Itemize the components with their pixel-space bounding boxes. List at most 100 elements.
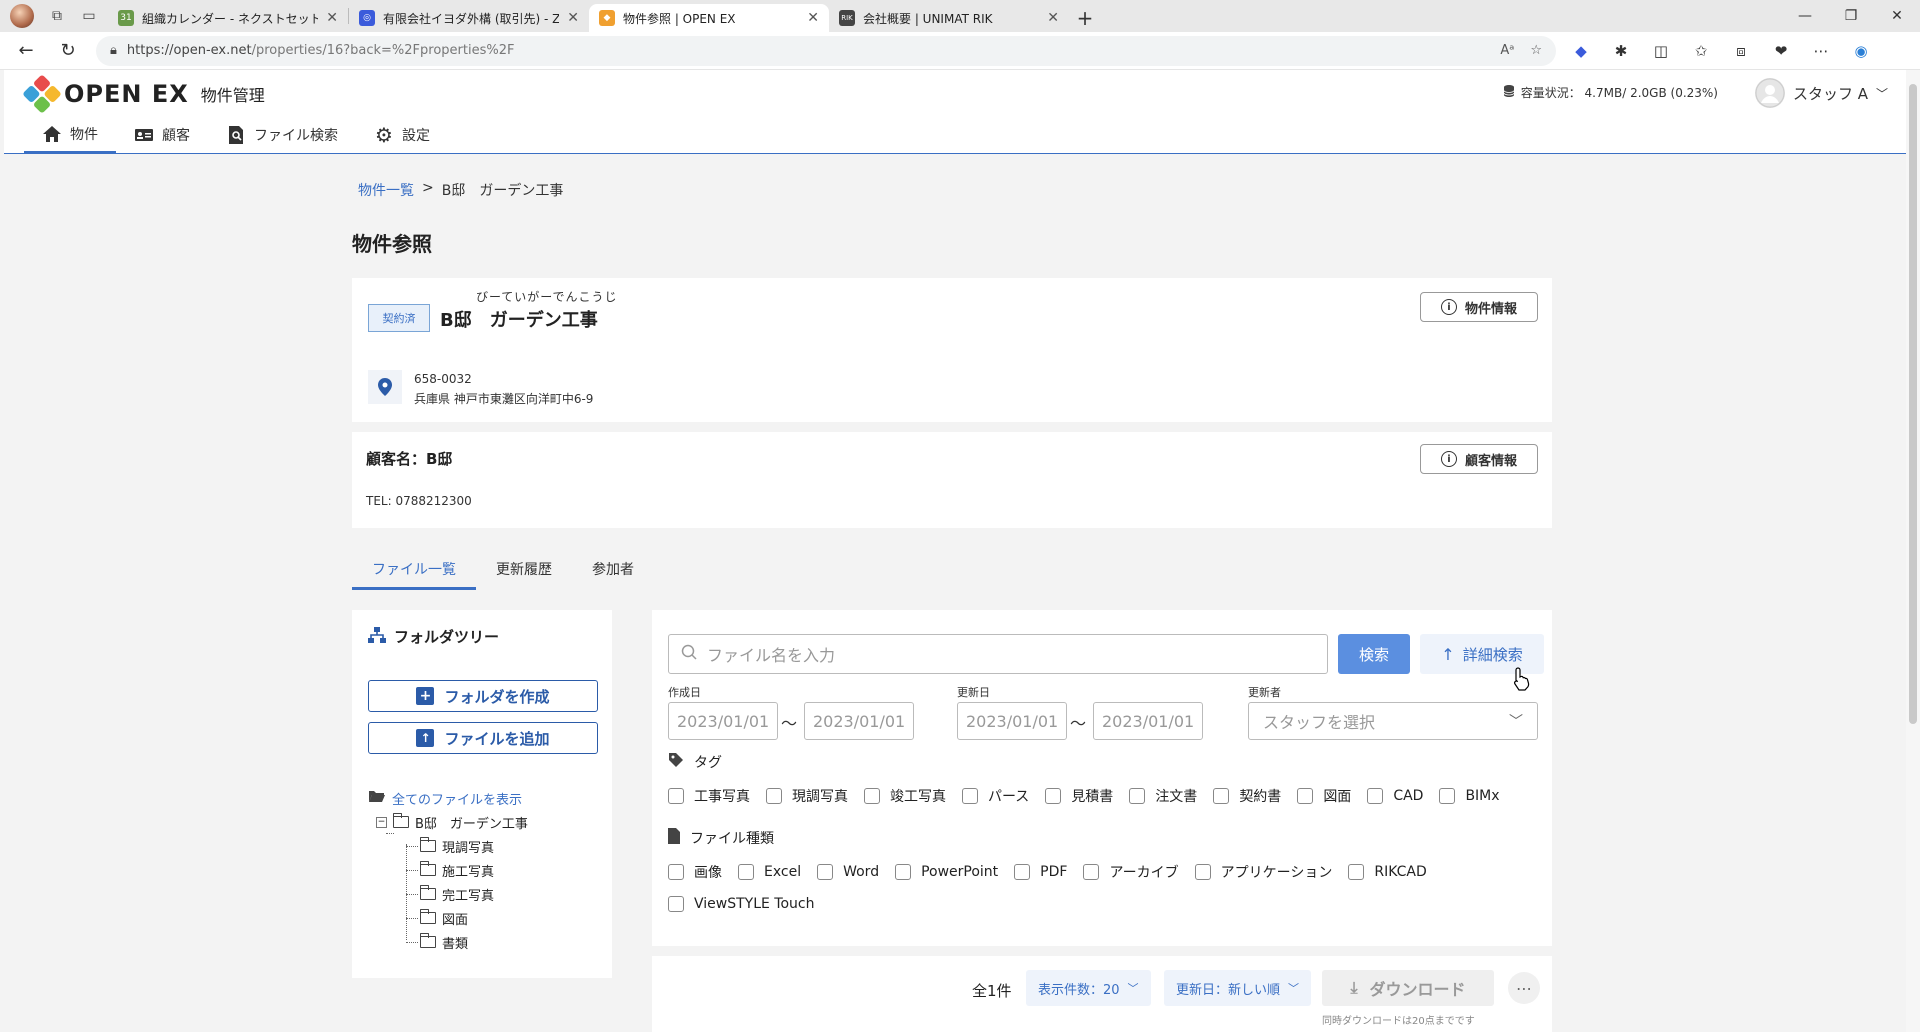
filetype-checkbox[interactable]: ViewSTYLE Touch	[668, 896, 815, 912]
tag-checkbox[interactable]: 契約書	[1213, 786, 1281, 806]
filetype-checkbox[interactable]: RIKCAD	[1348, 864, 1427, 880]
download-button[interactable]: ⤓ ダウンロード	[1322, 970, 1494, 1006]
close-tab-icon[interactable]: ✕	[807, 10, 819, 26]
tag-checkbox[interactable]: BIMx	[1439, 788, 1500, 804]
tag-checkbox[interactable]: 見積書	[1045, 786, 1113, 806]
checkbox[interactable]	[1367, 788, 1384, 804]
restore-icon[interactable]: ❐	[1828, 0, 1874, 32]
checkbox[interactable]	[817, 864, 834, 880]
tree-item-root[interactable]: − B邸 ガーデン工事	[368, 810, 528, 834]
split-screen-icon[interactable]: ◫	[1650, 40, 1672, 62]
tab-actions-icon[interactable]: ▭	[80, 7, 98, 25]
scrollbar-thumb[interactable]	[1909, 84, 1917, 724]
favorites-icon[interactable]: ✩	[1690, 40, 1712, 62]
checkbox[interactable]	[1348, 864, 1365, 880]
nav-item-properties[interactable]: 物件	[24, 116, 116, 154]
filetype-checkbox[interactable]: 画像	[668, 862, 722, 882]
browser-tab-unimat[interactable]: RIK 会社概要 | UNIMAT RIK ✕	[829, 4, 1069, 32]
close-window-icon[interactable]: ✕	[1874, 0, 1920, 32]
tag-checkbox[interactable]: パース	[962, 786, 1029, 806]
show-all-files-link[interactable]: 全てのファイルを表示	[392, 789, 522, 808]
sort-select[interactable]: 更新日：新しい順 ﹀	[1164, 970, 1312, 1006]
read-aloud-icon[interactable]: Aᵃ	[1500, 43, 1514, 58]
filetype-checkbox[interactable]: PowerPoint	[895, 864, 998, 880]
updated-date-from-input[interactable]: 2023/01/01	[957, 702, 1067, 740]
tab-update-history[interactable]: 更新履歴	[476, 550, 572, 588]
browser-profile-avatar[interactable]	[10, 4, 34, 28]
created-date-to-input[interactable]: 2023/01/01	[804, 702, 914, 740]
tree-item-construction-photos[interactable]: 施工写真	[368, 858, 528, 882]
tag-checkbox[interactable]: 現調写真	[766, 786, 848, 806]
per-page-select[interactable]: 表示件数：20 ﹀	[1026, 970, 1151, 1006]
new-tab-button[interactable]: +	[1069, 4, 1101, 32]
filetype-checkbox[interactable]: アプリケーション	[1194, 862, 1332, 882]
filetype-checkbox[interactable]: PDF	[1014, 864, 1067, 880]
create-folder-button[interactable]: + フォルダを作成	[368, 680, 598, 712]
checkbox[interactable]	[668, 788, 684, 804]
property-info-button[interactable]: i 物件情報	[1420, 292, 1538, 322]
filetype-checkbox[interactable]: Excel	[738, 864, 801, 880]
browser-tab-calendar[interactable]: 31 組織カレンダー - ネクストセット ✕	[108, 4, 348, 32]
back-arrow-icon[interactable]: ←	[12, 37, 40, 65]
browser-tab-zoho[interactable]: ◎ 有限会社イヨダ外構 (取引先) - Zoh ✕	[349, 4, 589, 32]
breadcrumb-properties-link[interactable]: 物件一覧	[358, 180, 414, 200]
filetype-checkbox[interactable]: アーカイブ	[1083, 862, 1179, 882]
collections-icon[interactable]: ⧈	[1730, 40, 1752, 62]
checkbox[interactable]	[1083, 864, 1100, 880]
checkbox[interactable]	[1213, 788, 1230, 804]
workspaces-icon[interactable]: ⧉	[48, 7, 66, 25]
checkbox[interactable]	[895, 864, 912, 880]
checkbox[interactable]	[864, 788, 880, 804]
search-button[interactable]: 検索	[1338, 634, 1410, 674]
minimize-icon[interactable]: —	[1782, 0, 1828, 32]
tag-checkbox[interactable]: 工事写真	[668, 786, 750, 806]
file-name-search-input[interactable]: ファイル名を入力	[668, 634, 1328, 674]
filetype-checkbox[interactable]: Word	[817, 864, 879, 880]
checkbox[interactable]	[1045, 788, 1062, 804]
updated-date-to-input[interactable]: 2023/01/01	[1093, 702, 1203, 740]
created-date-from-input[interactable]: 2023/01/01	[668, 702, 778, 740]
copilot-icon[interactable]: ◉	[1850, 40, 1872, 62]
extension-icon[interactable]: ◆	[1570, 40, 1592, 62]
checkbox[interactable]	[1194, 864, 1211, 880]
tree-item-all-files[interactable]: 全てのファイルを表示	[368, 786, 528, 810]
browser-tab-openex[interactable]: ◆ 物件参照 | OPEN EX ✕	[589, 4, 829, 32]
checkbox[interactable]	[738, 864, 754, 880]
checkbox[interactable]	[668, 896, 684, 912]
app-logo[interactable]: OPEN EX 物件管理	[22, 74, 265, 114]
close-tab-icon[interactable]: ✕	[567, 10, 579, 26]
tag-checkbox[interactable]: CAD	[1367, 788, 1423, 804]
checkbox[interactable]	[668, 864, 684, 880]
checkbox[interactable]	[1439, 788, 1456, 804]
favorite-star-icon[interactable]: ☆	[1530, 43, 1542, 58]
tab-participants[interactable]: 参加者	[572, 550, 654, 588]
tree-item-survey-photos[interactable]: 現調写真	[368, 834, 528, 858]
checkbox[interactable]	[1297, 788, 1314, 804]
tag-checkbox[interactable]: 図面	[1297, 786, 1351, 806]
tag-checkbox[interactable]: 竣工写真	[864, 786, 946, 806]
tree-item-completion-photos[interactable]: 完工写真	[368, 882, 528, 906]
nav-item-settings[interactable]: ⚙ 設定	[356, 116, 448, 154]
tree-item-drawings[interactable]: 図面	[368, 906, 528, 930]
tab-file-list[interactable]: ファイル一覧	[352, 550, 476, 590]
close-tab-icon[interactable]: ✕	[1047, 10, 1059, 26]
checkbox[interactable]	[766, 788, 782, 804]
close-tab-icon[interactable]: ✕	[326, 10, 338, 26]
more-menu-icon[interactable]: ⋯	[1810, 40, 1832, 62]
performance-icon[interactable]: ❤	[1770, 40, 1792, 62]
nav-item-file-search[interactable]: ファイル検索	[208, 116, 356, 154]
staff-select[interactable]: スタッフを選択 ﹀	[1248, 702, 1538, 740]
tag-checkbox[interactable]: 注文書	[1129, 786, 1197, 806]
add-file-button[interactable]: ↑ ファイルを追加	[368, 722, 598, 754]
address-bar[interactable]: 🔒︎ https://open-ex.net/properties/16?bac…	[96, 35, 1556, 66]
extensions-puzzle-icon[interactable]: ✱	[1610, 40, 1632, 62]
nav-item-customers[interactable]: 顧客	[116, 116, 208, 154]
checkbox[interactable]	[962, 788, 978, 804]
customer-info-button[interactable]: i 顧客情報	[1420, 444, 1538, 474]
tree-item-documents[interactable]: 書類	[368, 930, 528, 954]
user-menu[interactable]: スタッフ A ﹀	[1754, 78, 1888, 108]
refresh-icon[interactable]: ↻	[54, 37, 82, 65]
checkbox[interactable]	[1014, 864, 1031, 880]
page-scrollbar[interactable]	[1906, 70, 1920, 1032]
more-options-icon[interactable]: ⋯	[1508, 972, 1540, 1004]
